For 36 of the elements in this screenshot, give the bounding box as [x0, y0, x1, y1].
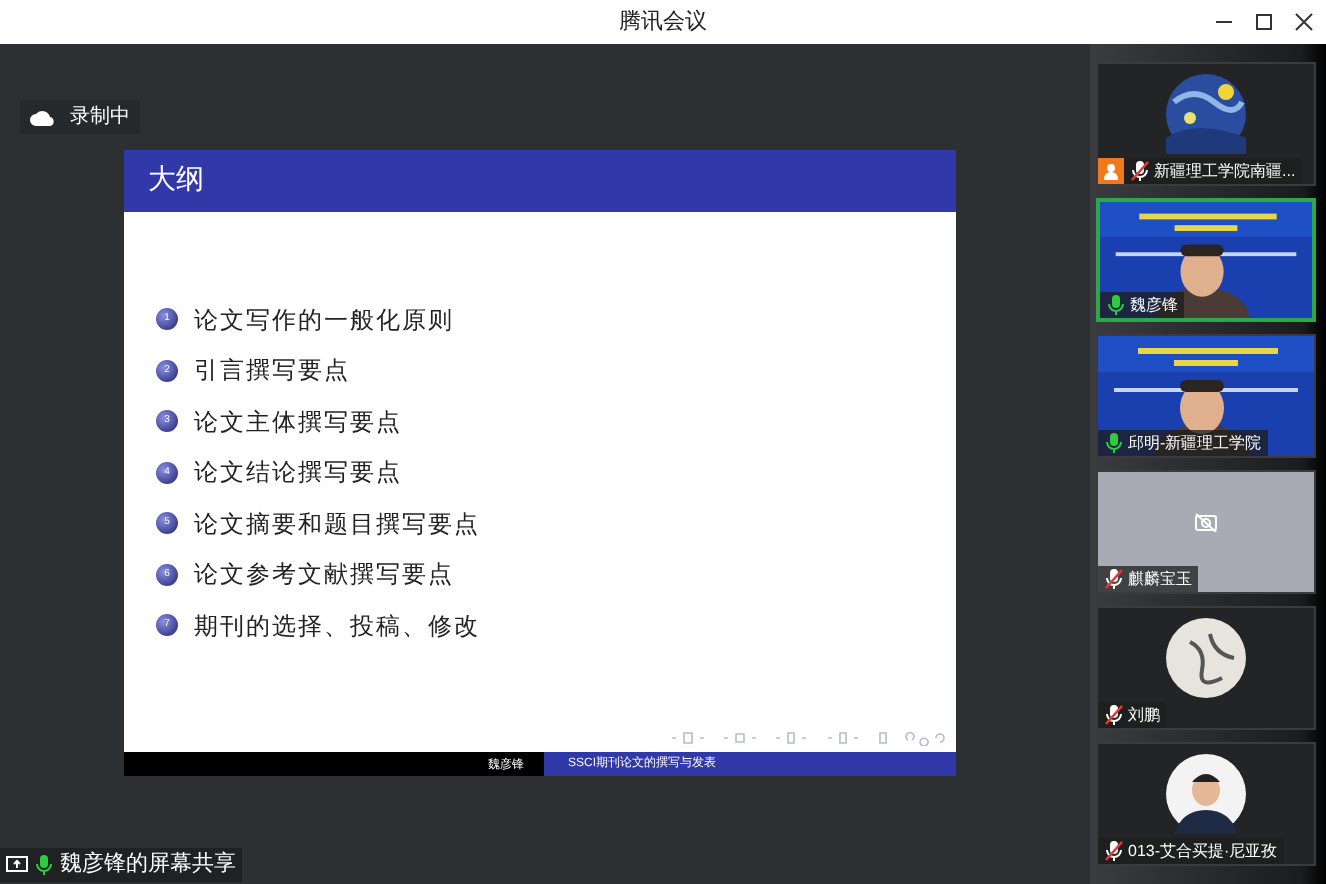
recording-label: 录制中 — [70, 103, 130, 132]
screen-share-icon — [6, 856, 28, 874]
share-owner-label: 魏彦锋的屏幕共享 — [60, 849, 236, 881]
participant-tile[interactable]: 013-艾合买提·尼亚孜 — [1096, 742, 1316, 866]
camera-off-icon — [1194, 512, 1218, 532]
participant-name: 新疆理工学院南疆... — [1154, 163, 1296, 179]
participant-name: 麒麟宝玉 — [1128, 571, 1192, 587]
muted-mic-icon — [1130, 160, 1150, 182]
participant-name: 魏彦锋 — [1130, 297, 1178, 313]
participant-tile[interactable]: 魏彦锋 — [1096, 198, 1316, 322]
participant-name: 刘鹏 — [1128, 707, 1160, 723]
mic-icon — [34, 854, 54, 876]
recording-badge[interactable]: 录制中 — [20, 100, 140, 134]
participant-name: 013-艾合买提·尼亚孜 — [1128, 843, 1278, 859]
participant-tile[interactable]: 麒麟宝玉 — [1096, 470, 1316, 594]
close-icon[interactable] — [1294, 12, 1314, 32]
participant-name: 邱明-新疆理工学院 — [1128, 435, 1262, 451]
muted-mic-icon — [1104, 704, 1124, 726]
muted-mic-icon — [1104, 840, 1124, 862]
participant-tile[interactable]: 邱明-新疆理工学院 — [1096, 334, 1316, 458]
slide-title: 大纲 — [148, 162, 204, 200]
outline-item: 期刊的选择、投稿、修改 — [194, 609, 480, 644]
cloud-icon — [30, 109, 54, 125]
outline-item: 论文写作的一般化原则 — [194, 303, 454, 338]
outline-item: 论文结论撰写要点 — [194, 456, 402, 491]
mic-icon — [1106, 294, 1126, 316]
outline-item: 论文摘要和题目撰写要点 — [194, 507, 480, 542]
outline-item: 论文主体撰写要点 — [194, 405, 402, 440]
outline-item: 论文参考文献撰写要点 — [194, 558, 454, 593]
mic-icon — [1104, 432, 1124, 454]
muted-mic-icon — [1104, 568, 1124, 590]
participant-tile[interactable]: 新疆理工学院南疆... — [1096, 62, 1316, 186]
outline-item: 引言撰写要点 — [194, 354, 350, 389]
window-title: 腾讯会议 — [619, 7, 707, 38]
maximize-icon[interactable] — [1254, 12, 1274, 32]
participant-tile[interactable]: 刘鹏 — [1096, 606, 1316, 730]
